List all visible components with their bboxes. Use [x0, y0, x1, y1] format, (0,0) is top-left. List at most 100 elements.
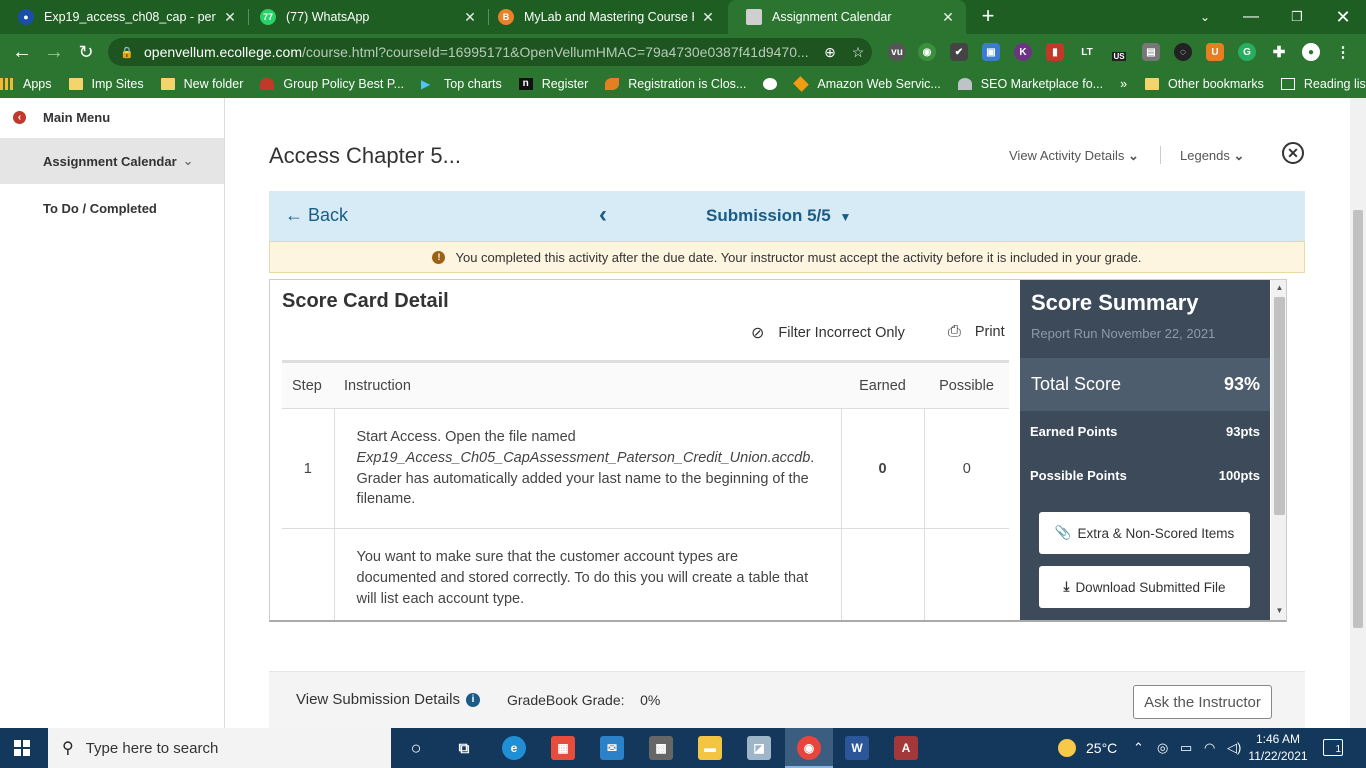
bookmark-top-charts[interactable]: ▶ Top charts: [421, 77, 502, 91]
weather-widget[interactable]: 25°C: [1058, 728, 1117, 768]
view-activity-details-button[interactable]: View Activity Details ⌄: [1009, 148, 1139, 164]
access-icon[interactable]: A: [894, 736, 918, 760]
notification-center-icon[interactable]: 1: [1323, 739, 1343, 756]
maximize-button[interactable]: ❐: [1274, 0, 1320, 34]
tray-chevron-icon[interactable]: ⌃: [1133, 728, 1144, 768]
page-scrollbar[interactable]: [1350, 98, 1366, 728]
sidebar-item-assignment-calendar[interactable]: Assignment Calendar ⌄: [0, 138, 224, 184]
seo-icon: [957, 78, 972, 90]
extension-us-icon[interactable]: US: [1110, 43, 1128, 61]
new-tab-button[interactable]: +: [976, 5, 1000, 29]
download-submitted-file-button[interactable]: ⤓ Download Submitted File: [1039, 566, 1250, 608]
wifi-icon[interactable]: ◠: [1204, 728, 1215, 768]
bookmarks-bar: Apps Imp Sites New folder Group Policy B…: [0, 70, 1366, 98]
close-tab-icon[interactable]: ✕: [700, 9, 716, 26]
system-clock[interactable]: 1:46 AM 11/22/2021: [1246, 731, 1310, 765]
legends-button[interactable]: Legends ⌄: [1180, 148, 1244, 164]
bookmark-apps[interactable]: Apps: [0, 77, 52, 91]
bookmark-other[interactable]: Other bookmarks: [1145, 77, 1264, 91]
filter-incorrect-button[interactable]: ⊘ Filter Incorrect Only: [751, 323, 905, 343]
extension-check-icon[interactable]: ✔: [950, 43, 968, 61]
bookmark-aws[interactable]: Amazon Web Servic...: [793, 76, 941, 92]
extension-vu-icon[interactable]: vu: [888, 43, 906, 61]
task-view-icon[interactable]: ⧉: [452, 736, 476, 760]
extension-blue-icon[interactable]: ▣: [982, 43, 1000, 61]
volume-icon[interactable]: ◁): [1227, 728, 1241, 768]
bookmark-star-icon[interactable]: ☆: [844, 44, 872, 61]
back-button[interactable]: ← Back: [285, 205, 348, 226]
bookmark-register[interactable]: n Register: [518, 77, 588, 91]
extension-g-icon[interactable]: G: [1238, 43, 1256, 61]
previous-submission-icon[interactable]: ‹: [599, 201, 607, 229]
sidebar-main-menu[interactable]: ‹ Main Menu: [0, 106, 224, 128]
close-window-button[interactable]: ✕: [1320, 0, 1366, 34]
possible-points-value: 100pts: [1218, 468, 1260, 483]
printer-icon: ⎙: [948, 323, 961, 340]
browser-tab-assignment-calendar[interactable]: Assignment Calendar ✕: [728, 0, 966, 34]
extra-non-scored-button[interactable]: 📎 Extra & Non-Scored Items: [1039, 512, 1250, 554]
minimize-button[interactable]: —: [1228, 0, 1274, 34]
back-arrow-icon[interactable]: ←: [10, 40, 34, 64]
scroll-thumb[interactable]: [1274, 297, 1285, 515]
extension-lt-icon[interactable]: LT: [1078, 43, 1096, 61]
browser-tab-whatsapp[interactable]: 77 (77) WhatsApp ✕: [242, 0, 488, 34]
browser-tab-exp19[interactable]: ● Exp19_access_ch08_cap - perform ✕: [0, 0, 248, 34]
taskbar-search[interactable]: ⚲ Type here to search: [48, 728, 391, 768]
windows-start-icon[interactable]: [14, 740, 30, 756]
ask-instructor-button[interactable]: Ask the Instructor: [1133, 685, 1272, 719]
bookmark-group-policy[interactable]: Group Policy Best P...: [260, 77, 404, 91]
submission-footer: View Submission Details i GradeBook Grade…: [269, 671, 1305, 728]
close-tab-icon[interactable]: ✕: [462, 9, 478, 26]
extension-k-icon[interactable]: K: [1014, 43, 1032, 61]
extension-u-icon[interactable]: U: [1206, 43, 1224, 61]
browser-menu-icon[interactable]: ⋮: [1334, 43, 1352, 61]
submission-selector[interactable]: Submission 5/5 ▼: [706, 206, 851, 226]
zoom-icon[interactable]: ⊕: [816, 44, 844, 61]
sidebar-item-todo[interactable]: To Do / Completed: [0, 198, 224, 218]
bookmark-registration-closed[interactable]: Registration is Clos...: [605, 77, 746, 91]
word-icon[interactable]: W: [845, 736, 869, 760]
bookmarks-more-button[interactable]: »: [1120, 77, 1127, 91]
mail-icon[interactable]: ✉: [600, 736, 624, 760]
extension-globe-icon[interactable]: ◉: [918, 43, 936, 61]
reading-list-button[interactable]: Reading list: [1280, 77, 1366, 91]
forward-arrow-icon[interactable]: →: [42, 40, 66, 64]
close-tab-icon[interactable]: ✕: [940, 9, 956, 26]
bookmark-imp-sites[interactable]: Imp Sites: [68, 77, 144, 91]
bookmark-seo[interactable]: SEO Marketplace fo...: [957, 77, 1103, 91]
close-activity-button[interactable]: ✕: [1282, 142, 1304, 164]
bookmark-label: Registration is Clos...: [628, 77, 747, 91]
extension-doc-icon[interactable]: ▤: [1142, 43, 1160, 61]
view-submission-details-button[interactable]: View Submission Details i: [296, 691, 480, 708]
print-button[interactable]: ⎙ Print: [948, 323, 1005, 341]
chrome-icon[interactable]: ◉: [797, 736, 821, 760]
search-icon: ⚲: [62, 740, 74, 757]
scroll-up-icon[interactable]: ▲: [1271, 283, 1286, 292]
scroll-down-icon[interactable]: ▼: [1271, 606, 1286, 615]
bookmark-new-folder[interactable]: New folder: [160, 77, 243, 91]
tab-search-icon[interactable]: ⌄: [1182, 0, 1228, 34]
profile-avatar-icon[interactable]: ●: [1302, 43, 1320, 61]
battery-icon[interactable]: ▭: [1180, 728, 1192, 768]
store-icon[interactable]: ▦: [551, 736, 575, 760]
red-arch-icon: [260, 78, 275, 90]
cortana-icon[interactable]: ○: [404, 736, 428, 760]
total-score-value: 93%: [1223, 374, 1260, 394]
extensions-puzzle-icon[interactable]: ✚: [1270, 43, 1288, 61]
notes-app-icon[interactable]: ◪: [747, 736, 771, 760]
edge-icon[interactable]: e: [502, 736, 526, 760]
reload-icon[interactable]: ↻: [74, 40, 98, 64]
bookmark-globe[interactable]: [763, 78, 778, 90]
score-panel-scrollbar[interactable]: ▲ ▼: [1271, 280, 1286, 620]
file-explorer-icon[interactable]: ▬: [698, 736, 722, 760]
folder-icon: [160, 78, 175, 90]
extension-red-book-icon[interactable]: ▮: [1046, 43, 1064, 61]
earned-points-row: Earned Points 93pts: [1020, 424, 1270, 439]
address-bar[interactable]: 🔒 openvellum.ecollege.com/course.html?co…: [108, 38, 872, 66]
video-editor-icon[interactable]: ▩: [649, 736, 673, 760]
meet-now-icon[interactable]: ◎: [1157, 728, 1168, 768]
browser-tab-mylab[interactable]: B MyLab and Mastering Course Ho ✕: [480, 0, 726, 34]
close-tab-icon[interactable]: ✕: [222, 9, 238, 26]
extension-ring-icon[interactable]: ◌: [1174, 43, 1192, 61]
scroll-thumb[interactable]: [1353, 210, 1363, 628]
